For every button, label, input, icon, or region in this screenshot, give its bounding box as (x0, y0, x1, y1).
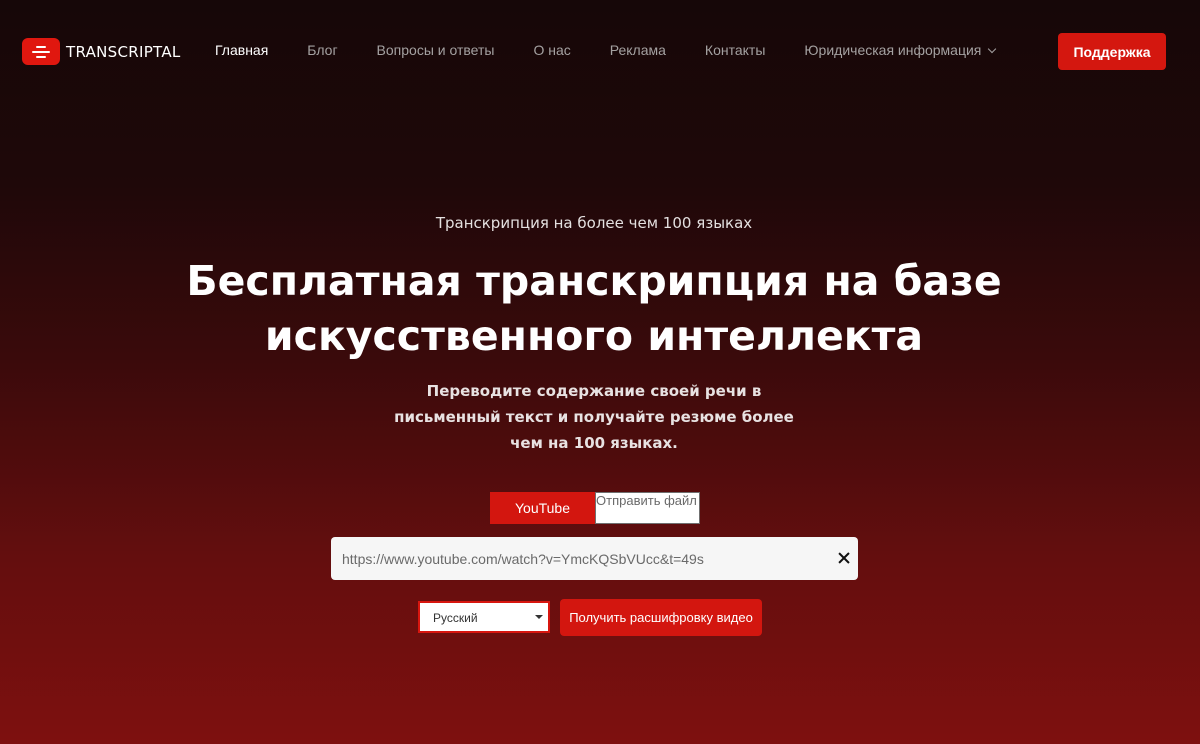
url-field (331, 537, 858, 580)
description-line-2: письменный текст и получайте резюме боле… (394, 408, 794, 426)
tab-youtube[interactable]: YouTube (490, 492, 595, 524)
description-line-1: Переводите содержание своей речи в (426, 382, 762, 400)
nav-item-home[interactable]: Главная (215, 42, 268, 58)
nav-item-faq[interactable]: Вопросы и ответы (377, 42, 495, 58)
source-tabs: YouTube Отправить файл (490, 492, 700, 524)
main-nav: Главная Блог Вопросы и ответы О нас Рекл… (215, 42, 997, 58)
tab-upload-file-label: Отправить файл (596, 493, 697, 508)
language-select-value: Русский (433, 611, 478, 625)
close-icon[interactable] (838, 552, 850, 564)
hero-description: Переводите содержание своей речи в письм… (394, 378, 794, 456)
url-input[interactable] (342, 537, 822, 580)
caret-down-icon (535, 615, 543, 619)
site-header: TRANSCRIPTAL Главная Блог Вопросы и отве… (0, 0, 1200, 104)
nav-item-contacts[interactable]: Контакты (705, 42, 765, 58)
page-title: Бесплатная транскрипция на базе искусств… (0, 254, 1188, 364)
page-title-line-1: Бесплатная транскрипция на базе (186, 257, 1002, 305)
transcript-lines-icon (22, 38, 60, 65)
nav-item-legal-label: Юридическая информация (804, 42, 982, 58)
page-title-line-2: искусственного интеллекта (264, 312, 924, 360)
language-select[interactable]: Русский (418, 601, 550, 633)
logo[interactable]: TRANSCRIPTAL (22, 38, 181, 65)
nav-item-legal[interactable]: Юридическая информация (804, 42, 997, 58)
tab-upload-file[interactable]: Отправить файл (595, 492, 700, 524)
support-button[interactable]: Поддержка (1058, 33, 1166, 70)
nav-item-about[interactable]: О нас (533, 42, 570, 58)
get-transcript-button[interactable]: Получить расшифровку видео (560, 599, 762, 636)
description-line-3: чем на 100 языках. (510, 434, 678, 452)
brand-name: TRANSCRIPTAL (66, 42, 181, 61)
nav-item-blog[interactable]: Блог (307, 42, 337, 58)
chevron-down-icon (988, 44, 997, 54)
hero-subtitle: Транскрипция на более чем 100 языках (435, 214, 753, 232)
nav-item-ads[interactable]: Реклама (610, 42, 666, 58)
